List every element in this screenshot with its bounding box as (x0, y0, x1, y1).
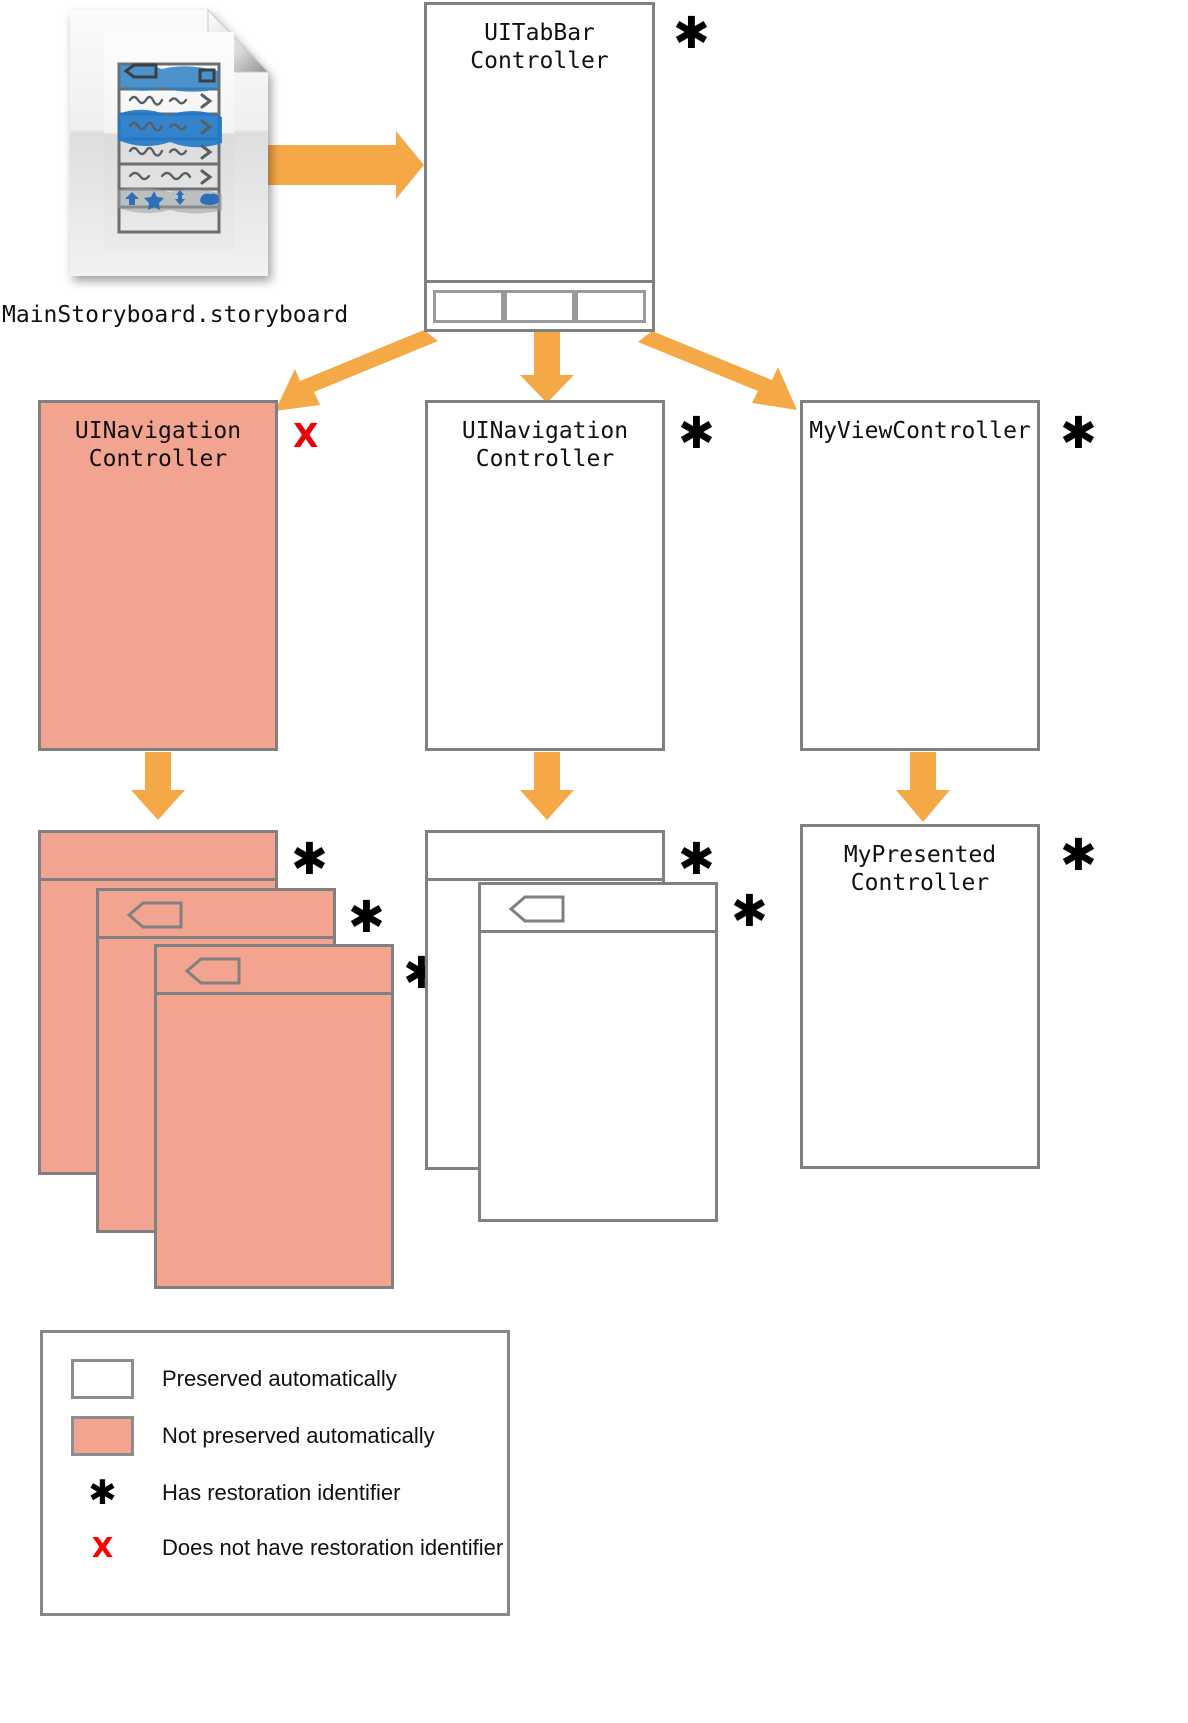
node-mypresentedcontroller-title: MyPresented Controller (803, 841, 1037, 897)
mark-middle-stack-card-2: ✱ (731, 886, 768, 937)
mark-myviewcontroller: ✱ (1060, 408, 1097, 459)
storyboard-document-icon (62, 4, 276, 282)
node-uinavigationcontroller-left[interactable]: UINavigation Controller (38, 400, 278, 751)
middle-stack-card-1-navbar (428, 833, 662, 881)
legend-label-no-identifier: Does not have restoration identifier (162, 1535, 504, 1560)
arrow-nav-left-to-stack (131, 752, 185, 820)
arrow-tabbar-to-nav-left (275, 330, 438, 411)
myviewcontroller-line1: MyViewController (809, 418, 1031, 444)
node-uinavigationcontroller-middle-title: UINavigation Controller (428, 417, 662, 473)
arrow-tabbar-to-nav-middle (520, 331, 574, 403)
left-stack-card-1-navbar (41, 833, 275, 881)
node-uitabbarcontroller-title-line2: Controller (470, 48, 609, 74)
node-uitabbarcontroller-title-line1: UITabBar (484, 20, 595, 46)
back-button-icon[interactable] (495, 894, 567, 924)
arrow-myviewcontroller-to-presented (896, 752, 950, 822)
nav-left-line1: UINavigation (74, 418, 242, 444)
legend-row-preserved: Preserved automatically (71, 1359, 397, 1399)
node-uitabbarcontroller[interactable]: UITabBar Controller (424, 2, 655, 332)
middle-stack-card-2[interactable] (478, 882, 718, 1222)
legend-swatch-preserved (71, 1359, 134, 1399)
legend-swatch-not-preserved (71, 1416, 134, 1456)
legend-label-has-identifier: Has restoration identifier (162, 1480, 401, 1505)
mark-uitabbarcontroller: ✱ (673, 8, 710, 59)
legend-label-preserved: Preserved automatically (162, 1366, 397, 1391)
nav-left-line2: Controller (88, 446, 228, 472)
legend-symbol-asterisk: ✱ (88, 1473, 117, 1513)
node-uinavigationcontroller-left-title: UINavigation Controller (41, 417, 275, 473)
tab-item-2[interactable] (504, 289, 575, 323)
node-myviewcontroller-title: MyViewController (803, 417, 1037, 445)
mark-uinavigationcontroller-left: X (293, 416, 319, 455)
back-button-icon[interactable] (113, 900, 185, 930)
node-mypresentedcontroller[interactable]: MyPresented Controller (800, 824, 1040, 1169)
node-uitabbarcontroller-title: UITabBar Controller (427, 19, 652, 75)
legend-row-has-identifier: ✱ Has restoration identifier (71, 1473, 400, 1513)
left-stack-card-2-navbar (99, 891, 333, 939)
mypresented-line1: MyPresented (843, 842, 997, 868)
legend-symbol-x: X (91, 1531, 114, 1564)
diagram-canvas: MainStoryboard.storyboard UITabBar Contro… (0, 0, 1188, 1723)
tab-item-1[interactable] (433, 289, 504, 323)
tab-bar (427, 280, 652, 329)
node-uinavigationcontroller-middle[interactable]: UINavigation Controller (425, 400, 665, 751)
legend: Preserved automatically Not preserved au… (40, 1330, 510, 1616)
tab-item-3[interactable] (575, 289, 646, 323)
arrow-nav-middle-to-stack (520, 752, 574, 820)
storyboard-file-label: MainStoryboard.storyboard (2, 302, 349, 328)
arrow-storyboard-to-tabbar (265, 131, 424, 199)
back-button-icon[interactable] (171, 956, 243, 986)
mark-uinavigationcontroller-middle: ✱ (678, 408, 715, 459)
mark-mypresentedcontroller: ✱ (1060, 830, 1097, 881)
mypresented-line2: Controller (850, 870, 990, 896)
legend-row-no-identifier: X Does not have restoration identifier (71, 1528, 504, 1568)
nav-middle-line1: UINavigation (461, 418, 629, 444)
legend-row-not-preserved: Not preserved automatically (71, 1416, 435, 1456)
arrow-tabbar-to-myviewcontroller (638, 331, 797, 410)
nav-middle-line2: Controller (475, 446, 615, 472)
mark-left-stack-card-2: ✱ (348, 892, 385, 943)
middle-stack-card-2-navbar (481, 885, 715, 933)
mark-left-stack-card-1: ✱ (291, 834, 328, 885)
legend-label-not-preserved: Not preserved automatically (162, 1423, 435, 1448)
left-stack-card-3[interactable] (154, 944, 394, 1289)
left-stack-card-3-navbar (157, 947, 391, 995)
node-myviewcontroller[interactable]: MyViewController (800, 400, 1040, 751)
mark-middle-stack-card-1: ✱ (678, 834, 715, 885)
